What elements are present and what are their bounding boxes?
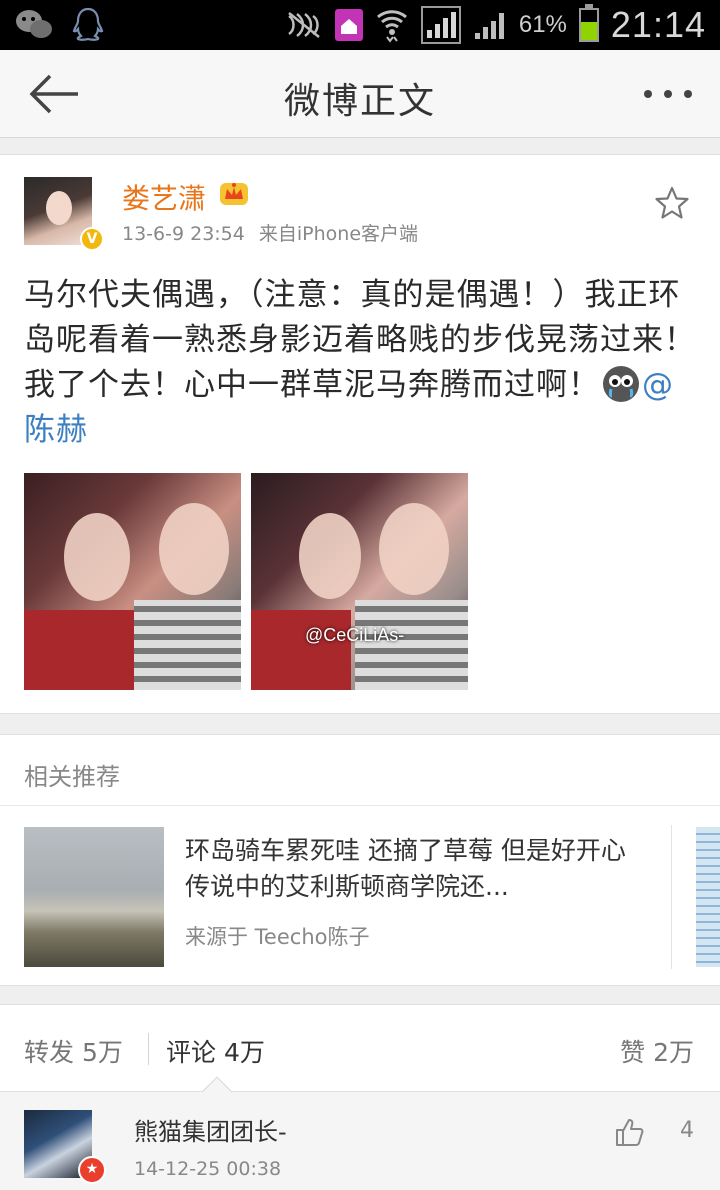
post-photo-1[interactable] [24,473,241,690]
comment-time: 14-12-25 00:38 [134,1158,282,1180]
clock: 21:14 [610,4,706,45]
related-recommendations: 相关推荐 环岛骑车累死哇 还摘了草莓 但是好开心 传说中的艾利斯顿商学院还...… [0,734,720,986]
weibo-post: V 娄艺潇 13-6-9 23:54 来自iPhone客户端 马尔代夫偶遇，（注意… [0,154,720,714]
star-badge-icon: ★ [78,1156,106,1184]
navigation-bar: 微博正文 [0,50,720,138]
photo-face [64,513,130,601]
related-source: 来源于 Teecho陈子 [185,925,370,949]
signal-x-icon [420,6,461,44]
author-name[interactable]: 娄艺潇 [122,177,206,217]
favorite-star-icon[interactable] [654,185,690,221]
crying-emoji-icon [603,366,639,402]
wechat-icon [16,10,52,38]
post-text: 马尔代夫偶遇，（注意：真的是偶遇！）我正环岛呢看着一熟悉身影迈着略贱的步伐晃荡过… [24,277,696,403]
photo-face [299,513,361,599]
photo-dress [24,610,134,690]
page-title: 微博正文 [283,81,436,122]
related-item[interactable]: 环岛骑车累死哇 还摘了草莓 但是好开心 传说中的艾利斯顿商学院还... 来源于 … [0,825,672,969]
divider [0,805,720,806]
comment-like-count: 4 [680,1118,694,1143]
comment-tab[interactable]: 评论 4万 [166,1033,265,1069]
nfc-muted-icon [288,12,320,38]
photo-dress [251,610,351,690]
status-bar-notifications [14,6,104,44]
battery-icon [578,4,599,42]
commenter-name[interactable]: 熊猫集团团长- [134,1112,287,1147]
related-text: 环岛骑车累死哇 还摘了草莓 但是好开心 传说中的艾利斯顿商学院还... [185,836,626,901]
qq-icon [72,7,104,41]
like-tab[interactable]: 赞 2万 [620,1033,694,1069]
post-meta: 13-6-9 23:54 来自iPhone客户端 [122,219,418,246]
vip-crown-icon [220,183,248,205]
repost-tab[interactable]: 转发 5万 [24,1033,123,1069]
more-options-icon[interactable] [640,80,696,108]
photo-face [159,503,229,595]
related-item-next[interactable] [696,827,720,967]
battery-level [580,21,597,40]
comment-item[interactable]: ★ 熊猫集团团长- 14-12-25 00:38 4 [0,1092,720,1190]
post-time: 13-6-9 23:54 [122,223,245,245]
verified-v-badge-icon: V [80,227,104,251]
photo-shirt [134,600,241,690]
divider [148,1033,149,1065]
battery-percent: 61% [518,11,567,38]
post-photo-2[interactable]: @CeCiLiAs- [251,473,468,690]
home-app-icon [334,9,363,41]
thumbs-up-icon[interactable] [614,1116,646,1148]
photo-watermark: @CeCiLiAs- [305,625,405,645]
wifi-icon [376,10,407,43]
post-body: 马尔代夫偶遇，（注意：真的是偶遇！）我正环岛呢看着一熟悉身影迈着略贱的步伐晃荡过… [24,273,696,453]
related-thumbnail [24,827,164,967]
cell-signal-icon [474,13,504,39]
related-title: 相关推荐 [24,763,120,791]
status-bar-indicators: 61% 21:14 [285,4,706,46]
avatar-face [46,191,72,225]
status-bar: 61% 21:14 [0,0,720,50]
post-source: 来自iPhone客户端 [258,223,419,245]
post-actions-bar: 转发 5万 评论 4万 赞 2万 [0,1004,720,1108]
photo-face [379,503,449,595]
